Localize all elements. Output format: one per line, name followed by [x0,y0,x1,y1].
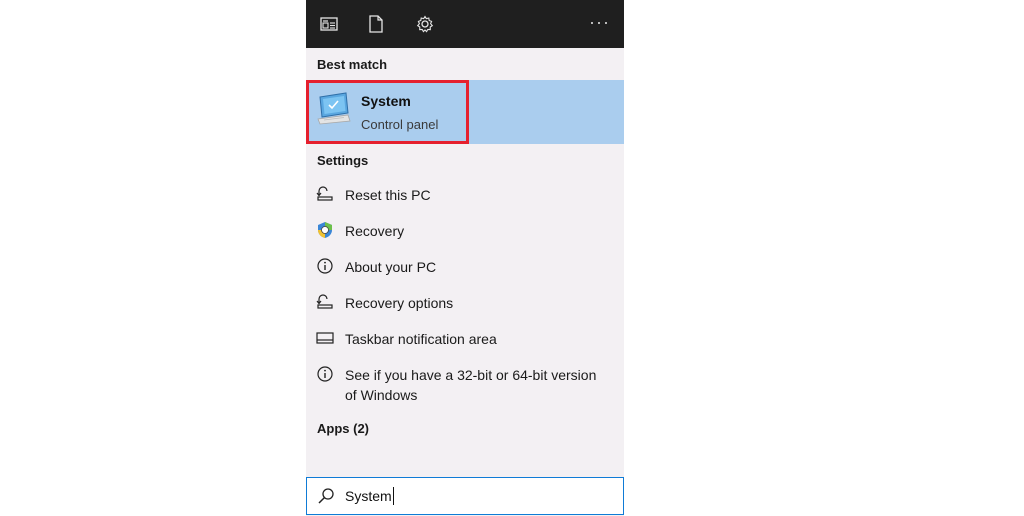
search-box[interactable] [306,477,624,515]
apps-header[interactable]: Apps (2) [317,421,369,436]
settings-item-label: Recovery options [345,295,454,311]
settings-item-recovery[interactable]: Recovery [306,213,624,247]
recovery-icon [316,221,334,239]
settings-item-label: Recovery [345,223,405,239]
search-input[interactable] [345,485,605,507]
best-match-title: System [361,93,411,109]
settings-item-label: Reset this PC [345,187,431,203]
text-cursor [393,487,394,505]
settings-item-reset-this-pc[interactable]: Reset this PC [306,177,624,211]
best-match-header: Best match [317,57,388,72]
settings-item-label: See if you have a 32-bit or 64-bit versi… [345,367,597,403]
taskbar-icon [316,329,334,347]
more-options-button[interactable]: ··· [589,12,610,32]
document-icon[interactable] [366,14,386,34]
settings-item-recovery-options[interactable]: Recovery options [306,285,624,319]
settings-item-32-or-64-bit[interactable]: See if you have a 32-bit or 64-bit versi… [306,357,624,409]
best-match-result-system[interactable]: System Control panel [306,80,624,144]
reset-pc-icon [316,185,334,203]
search-top-bar: ··· [306,0,624,48]
info-icon [316,365,334,383]
settings-item-label: Taskbar notification area [345,331,497,347]
reset-pc-icon [316,293,334,311]
system-monitor-icon [316,91,352,130]
settings-item-about-your-pc[interactable]: About your PC [306,249,624,283]
settings-item-label: About your PC [345,259,437,275]
search-icon [317,487,335,510]
best-match-subtitle: Control panel [361,117,439,132]
news-icon[interactable] [319,14,339,34]
settings-item-taskbar-notification-area[interactable]: Taskbar notification area [306,321,624,355]
settings-header: Settings [317,153,369,168]
settings-icon[interactable] [415,14,435,34]
start-search-panel: ··· Best match System Control panel Sett… [306,0,624,516]
info-icon [316,257,334,275]
